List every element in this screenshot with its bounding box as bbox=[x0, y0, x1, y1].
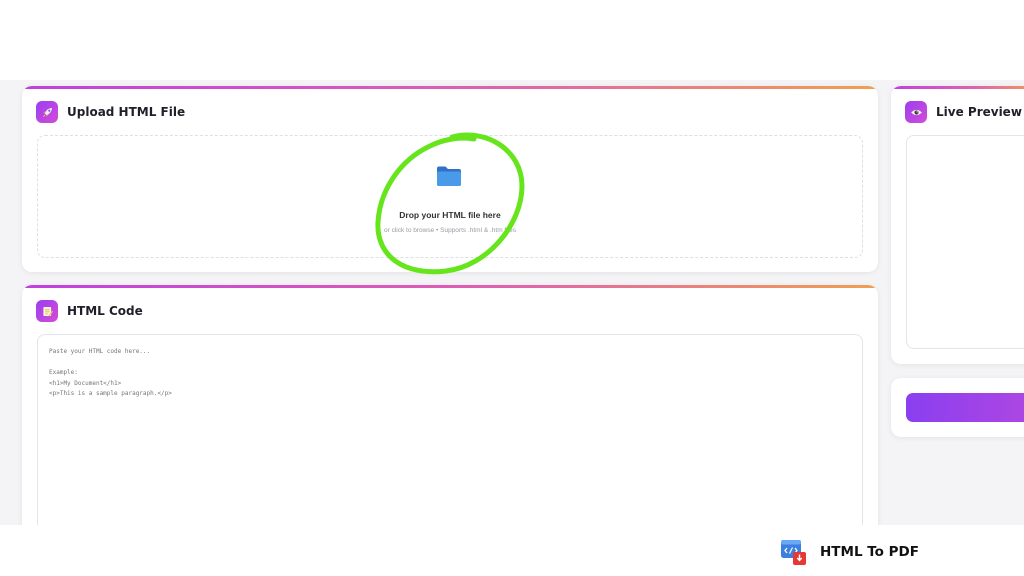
live-preview-card: Live Preview bbox=[891, 86, 1024, 364]
live-preview-card-title: Live Preview bbox=[936, 105, 1022, 119]
brand: HTML To PDF bbox=[780, 538, 919, 566]
convert-card bbox=[891, 378, 1024, 437]
html-code-input[interactable] bbox=[37, 334, 863, 545]
html-code-card-header: HTML Code bbox=[36, 300, 143, 322]
card-accent-bar bbox=[22, 86, 878, 89]
rocket-icon bbox=[36, 101, 58, 123]
upload-card-header: Upload HTML File bbox=[36, 101, 185, 123]
convert-to-pdf-button[interactable] bbox=[906, 393, 1024, 422]
preview-frame bbox=[906, 135, 1024, 349]
dropzone-title: Drop your HTML file here bbox=[399, 210, 501, 220]
top-blank-area bbox=[0, 0, 1024, 80]
dropzone-subtitle[interactable]: or click to browse • Supports .html & .h… bbox=[38, 227, 862, 234]
live-preview-card-header: Live Preview bbox=[905, 101, 1022, 123]
eye-icon bbox=[905, 101, 927, 123]
folder-icon bbox=[437, 166, 461, 186]
file-dropzone[interactable]: Drop your HTML file here or click to bro… bbox=[37, 135, 863, 258]
html-to-pdf-logo-icon bbox=[781, 540, 806, 565]
memo-icon bbox=[36, 300, 58, 322]
html-code-card-title: HTML Code bbox=[67, 304, 143, 318]
brand-name: HTML To PDF bbox=[820, 544, 919, 560]
upload-card-title: Upload HTML File bbox=[67, 105, 186, 119]
card-accent-bar bbox=[891, 86, 1024, 89]
html-code-card: HTML Code bbox=[22, 285, 878, 545]
card-accent-bar bbox=[22, 285, 878, 288]
upload-card: Upload HTML File Drop your HTML file her… bbox=[22, 86, 878, 272]
